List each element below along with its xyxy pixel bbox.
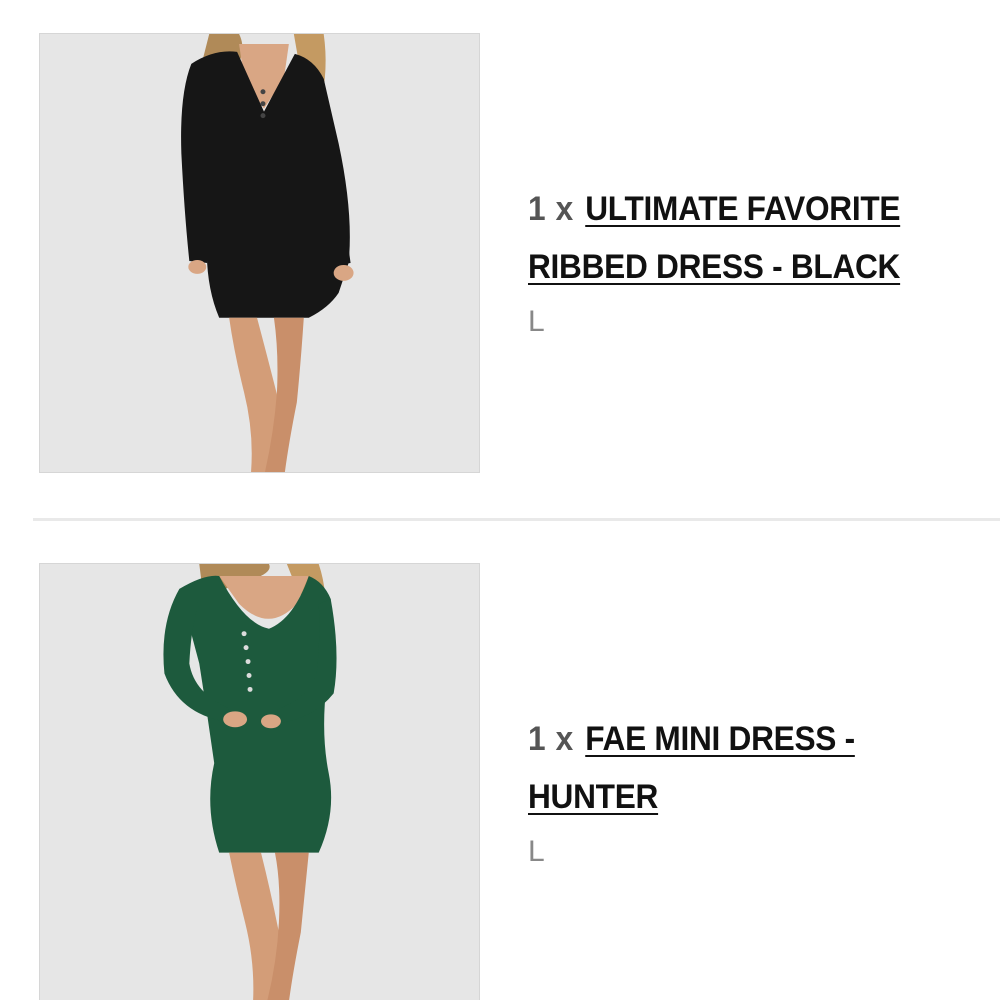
item-quantity: 1 bbox=[528, 190, 546, 228]
product-image[interactable] bbox=[39, 563, 480, 1000]
item-divider bbox=[33, 518, 1000, 521]
item-details: 1 x FAE MINI DRESS - HUNTER L bbox=[528, 710, 978, 872]
quantity-times: x bbox=[555, 190, 574, 228]
item-title-line: 1 x FAE MINI DRESS - bbox=[528, 710, 984, 768]
order-item: 1 x FAE MINI DRESS - HUNTER L bbox=[0, 563, 1000, 1000]
quantity-times: x bbox=[555, 720, 574, 758]
dress-photo-black bbox=[40, 34, 479, 472]
item-quantity: 1 bbox=[528, 720, 546, 758]
item-size: L bbox=[528, 835, 545, 868]
item-title-line: HUNTER bbox=[528, 768, 984, 826]
order-item: 1 x ULTIMATE FAVORITE RIBBED DRESS - BLA… bbox=[0, 33, 1000, 475]
item-details: 1 x ULTIMATE FAVORITE RIBBED DRESS - BLA… bbox=[528, 180, 978, 342]
cart-items-page: 1 x ULTIMATE FAVORITE RIBBED DRESS - BLA… bbox=[0, 0, 1000, 1000]
product-name-link[interactable]: FAE MINI DRESS - bbox=[585, 720, 855, 758]
product-image[interactable] bbox=[39, 33, 480, 473]
product-name-link[interactable]: RIBBED DRESS - BLACK bbox=[528, 248, 900, 286]
product-name-link[interactable]: HUNTER bbox=[528, 778, 658, 816]
item-title-line: 1 x ULTIMATE FAVORITE bbox=[528, 180, 984, 238]
item-size: L bbox=[528, 305, 545, 338]
product-name-link[interactable]: ULTIMATE FAVORITE bbox=[585, 190, 900, 228]
item-title-line: RIBBED DRESS - BLACK bbox=[528, 238, 984, 296]
dress-photo-hunter bbox=[40, 564, 479, 1000]
